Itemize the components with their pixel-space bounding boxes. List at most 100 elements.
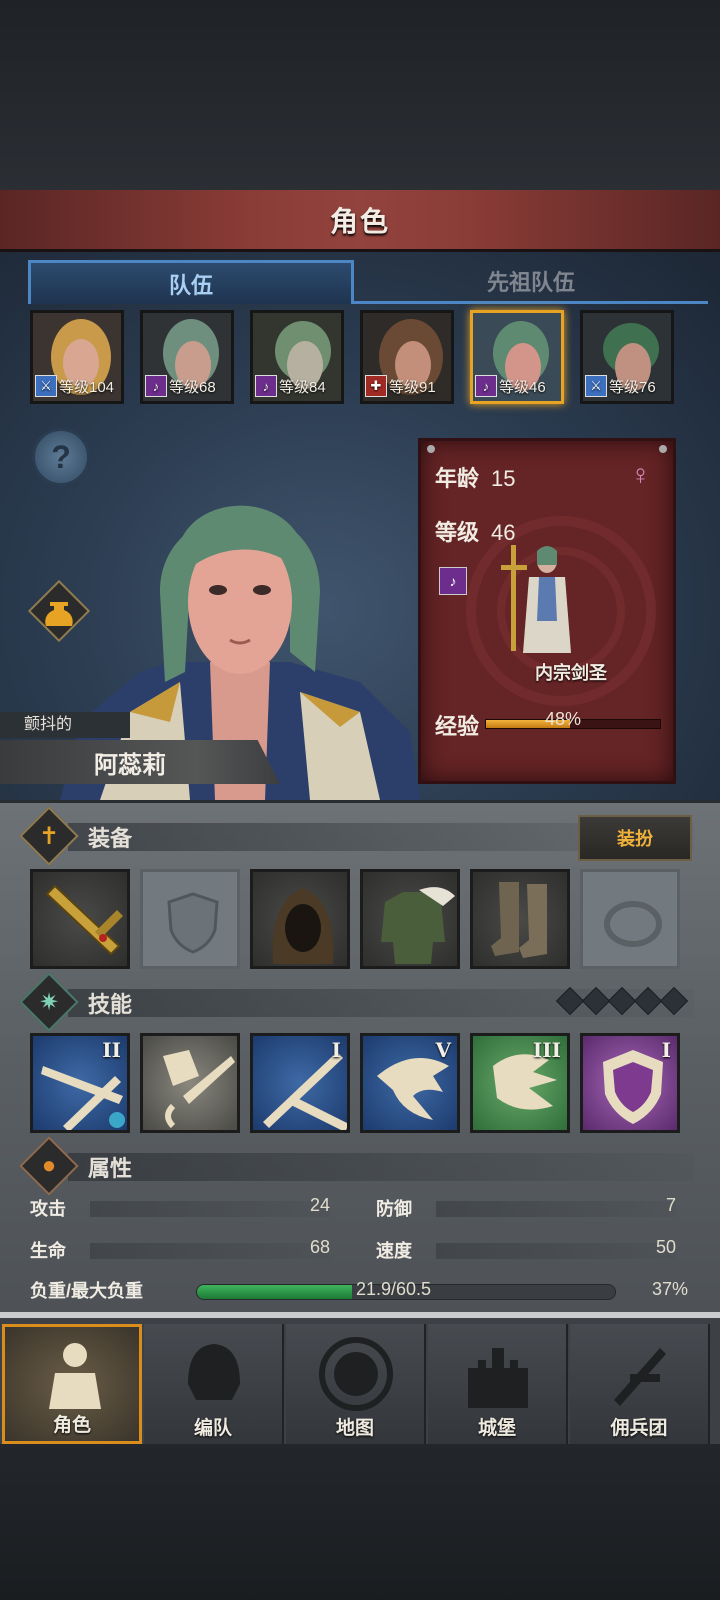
hood-icon — [272, 888, 334, 964]
skill-point-pip — [555, 986, 585, 1016]
boots-icon — [491, 882, 547, 958]
hero-level: 等级46 — [499, 378, 546, 396]
carry-weight: 负重/最大负重 21.9/60.5 37% — [30, 1277, 690, 1307]
hero-slot-6[interactable]: ⚔ 等级76 — [580, 310, 674, 404]
speed-stat: 速度 50 — [376, 1237, 676, 1263]
skill-slot-4[interactable]: V — [360, 1033, 460, 1133]
class-icon: ♪ — [475, 375, 497, 397]
skill-rank: II — [102, 1038, 121, 1062]
hero-slot-2[interactable]: ♪ 等级68 — [140, 310, 234, 404]
shield-slot-empty[interactable] — [140, 869, 240, 969]
skill-slot-2[interactable] — [140, 1033, 240, 1133]
class-icon: ⚔ — [35, 375, 57, 397]
carry-weight-fill — [197, 1285, 352, 1299]
skill-rank: I — [661, 1038, 671, 1062]
shield-outline-icon — [167, 892, 219, 954]
equipment-slots — [30, 869, 686, 971]
hp-value: 68 — [309, 1237, 330, 1257]
attributes-title: 属性 — [88, 1156, 133, 1181]
hero-level: 等级76 — [609, 378, 656, 396]
character-name: 阿蕊莉 — [0, 740, 280, 784]
skill-rank: I — [331, 1038, 341, 1062]
hero-level: 等级84 — [279, 378, 326, 396]
weapon-slot[interactable] — [30, 869, 130, 969]
exp-label: 经验 — [435, 714, 480, 739]
head-slot[interactable] — [250, 869, 350, 969]
diamond-sword-icon — [163, 1050, 235, 1129]
exp-percent: 48% — [545, 709, 582, 729]
defense-stat: 防御 7 — [376, 1195, 676, 1221]
team-roster: ⚔ 等级104 ♪ 等级68 ♪ 等级84 ✚ 等级91 ♪ 等级46 ⚔ 等级76 — [30, 310, 690, 406]
crossed-swords-icon — [614, 1348, 666, 1406]
attack-stat: 攻击 24 — [30, 1195, 330, 1221]
hero-level: 等级104 — [59, 378, 115, 396]
speed-value: 50 — [655, 1237, 676, 1257]
ring-slot-empty[interactable] — [580, 869, 680, 969]
nav-formation[interactable]: 编队 — [144, 1324, 284, 1444]
skill-point-pip — [581, 986, 611, 1016]
ring-outline-icon — [604, 901, 662, 947]
class-icon: ✚ — [365, 375, 387, 397]
nav-label: 佣兵团 — [610, 1418, 668, 1439]
nav-label: 角色 — [52, 1415, 91, 1436]
tunic-icon — [381, 887, 455, 964]
skills-header: ✷ 技能 — [19, 972, 694, 1032]
skill-slots: II I V III I — [30, 1033, 686, 1135]
tab-team[interactable]: 队伍 — [28, 260, 354, 304]
skill-rank: III — [532, 1038, 561, 1062]
class-icon: ♪ — [255, 375, 277, 397]
hero-slot-1[interactable]: ⚔ 等级104 — [30, 310, 124, 404]
page-title: 角色 — [329, 205, 390, 237]
age-value: 15 — [491, 466, 516, 491]
skill-slot-6[interactable]: I — [580, 1033, 680, 1133]
carry-weight-label: 负重/最大负重 — [30, 1281, 144, 1301]
helmet-icon — [188, 1344, 240, 1400]
nav-map[interactable]: 地图 — [286, 1324, 426, 1444]
class-icon: ♪ — [145, 375, 167, 397]
nav-mercenaries[interactable]: 佣兵团 — [570, 1324, 710, 1444]
attack-value: 24 — [309, 1195, 330, 1215]
character-info-card: 年龄 15 ♀ 等级 46 ♪ 内宗剑圣 经验 48% — [418, 438, 676, 784]
skill-rank: V — [435, 1038, 451, 1062]
hero-slot-4[interactable]: ✚ 等级91 — [360, 310, 454, 404]
skill-point-pip — [633, 986, 663, 1016]
nav-label: 地图 — [335, 1418, 374, 1439]
cross-icon: ✝ — [38, 822, 60, 850]
nav-label: 编队 — [193, 1418, 232, 1439]
hero-slot-3[interactable]: ♪ 等级84 — [250, 310, 344, 404]
class-icon[interactable]: ♪ — [439, 567, 467, 595]
class-icon: ⚔ — [585, 375, 607, 397]
nav-character[interactable]: 角色 — [2, 1324, 142, 1444]
skill-point-pip — [659, 986, 689, 1016]
hero-slot-5[interactable]: ♪ 等级46 — [470, 310, 564, 404]
golden-sword-icon — [45, 884, 123, 956]
skill-slot-3[interactable]: I — [250, 1033, 350, 1133]
female-gender-icon: ♀ — [630, 459, 651, 490]
body-slot[interactable] — [360, 869, 460, 969]
hp-stat: 生命 68 — [30, 1237, 330, 1263]
tab-ancestor-team[interactable]: 先祖队伍 — [354, 260, 708, 304]
defense-label: 防御 — [376, 1199, 412, 1219]
dress-up-button[interactable]: 装扮 — [578, 815, 692, 861]
skill-points — [555, 986, 689, 1016]
title-bar: 角色 — [0, 190, 720, 252]
details-panel: ✝ 装备 装扮 ✷ 技能 II I V III I ● 属性 攻击 24 防御 … — [0, 800, 720, 1312]
equipment-title: 装备 — [88, 826, 133, 851]
top-background — [0, 0, 720, 190]
age-label: 年龄 — [435, 466, 480, 491]
compass-icon — [319, 1337, 393, 1411]
castle-icon — [468, 1348, 528, 1408]
skill-slot-5[interactable]: III — [470, 1033, 570, 1133]
skill-star-icon: ✷ — [38, 988, 60, 1016]
hp-label: 生命 — [30, 1241, 66, 1261]
knight-icon — [49, 1343, 101, 1409]
hero-level: 等级68 — [169, 378, 216, 396]
bottom-nav: 角色 编队 地图 城堡 佣兵团 — [0, 1312, 720, 1444]
nav-castle[interactable]: 城堡 — [428, 1324, 568, 1444]
character-epithet: 颤抖的 — [0, 712, 130, 738]
attack-label: 攻击 — [30, 1199, 66, 1219]
skill-slot-1[interactable]: II — [30, 1033, 130, 1133]
feet-slot[interactable] — [470, 869, 570, 969]
skill-point-pip — [607, 986, 637, 1016]
bottom-background — [0, 1444, 720, 1600]
